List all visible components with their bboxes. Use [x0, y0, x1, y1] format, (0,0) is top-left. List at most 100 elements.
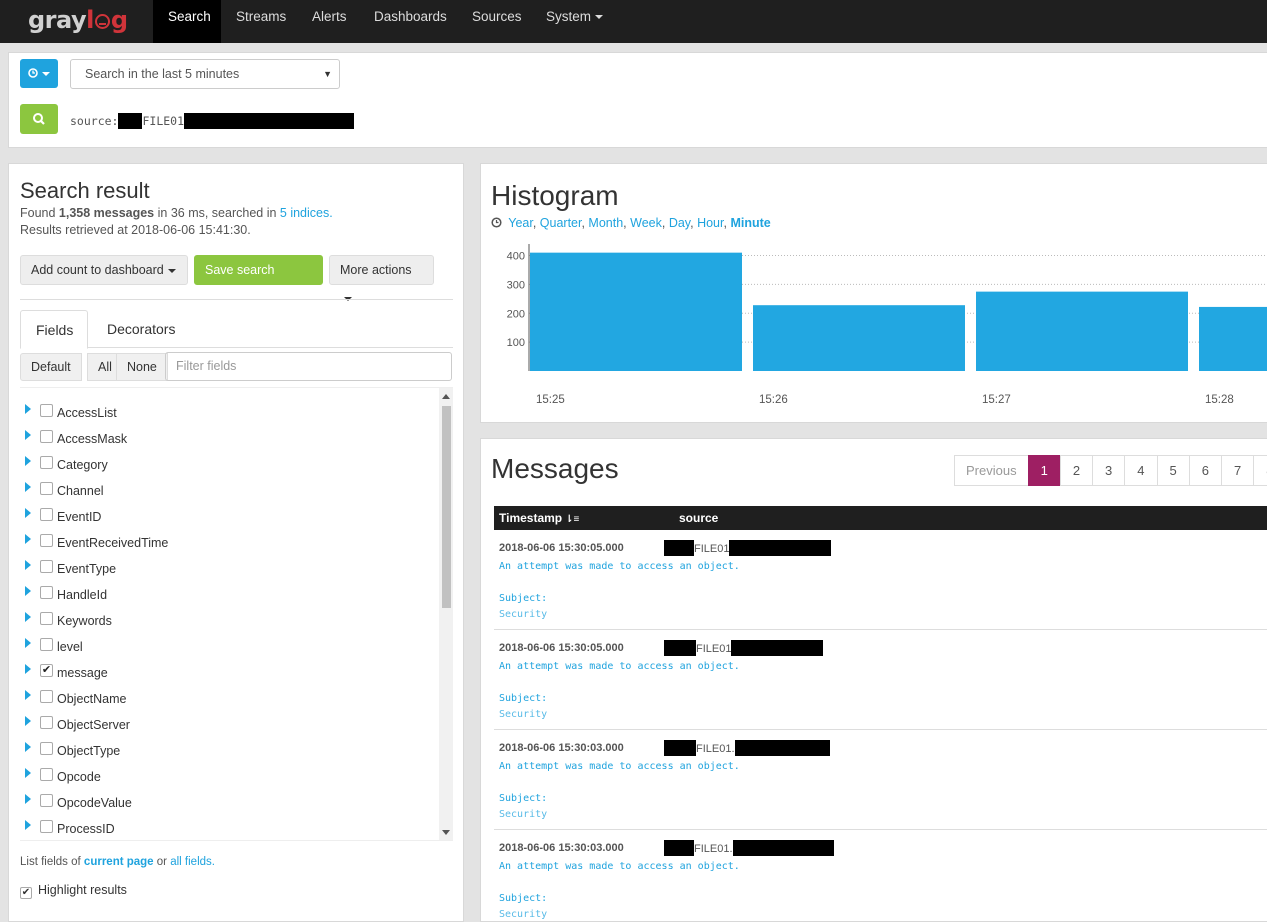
- resolution-minute[interactable]: Minute: [730, 216, 770, 230]
- resolution-week[interactable]: Week: [630, 216, 662, 230]
- graylog-logo[interactable]: grayl g: [28, 6, 128, 36]
- checkbox-icon[interactable]: [40, 742, 53, 755]
- time-range-select[interactable]: Search in the last 5 minutes ▼: [70, 59, 340, 89]
- nav-label: Alerts: [312, 9, 347, 24]
- expand-triangle-icon[interactable]: [25, 820, 31, 830]
- tab-decorators[interactable]: Decorators: [92, 310, 190, 348]
- button-label: Default: [31, 360, 71, 374]
- expand-triangle-icon[interactable]: [25, 612, 31, 622]
- checkbox-icon[interactable]: [40, 690, 53, 703]
- tab-fields[interactable]: Fields: [20, 310, 88, 349]
- nav-alerts[interactable]: Alerts: [297, 0, 362, 43]
- highlight-results-checkbox[interactable]: ✔ Highlight results: [20, 883, 127, 899]
- pager-page-6[interactable]: 6: [1188, 455, 1222, 486]
- expand-triangle-icon[interactable]: [25, 768, 31, 778]
- checkbox-icon[interactable]: [40, 534, 53, 547]
- pager-page-3[interactable]: 3: [1092, 455, 1126, 486]
- expand-triangle-icon[interactable]: [25, 742, 31, 752]
- nav-streams[interactable]: Streams: [221, 0, 301, 43]
- expand-triangle-icon[interactable]: [25, 508, 31, 518]
- checkbox-icon[interactable]: [40, 768, 53, 781]
- checkbox-icon[interactable]: [40, 794, 53, 807]
- timestamp-column-header[interactable]: Timestamp ⇂≡: [499, 511, 579, 525]
- checkbox-icon[interactable]: [40, 638, 53, 651]
- separator: ,: [661, 216, 669, 230]
- checkbox-icon[interactable]: [40, 508, 53, 521]
- sort-desc-icon[interactable]: ⇂≡: [565, 514, 579, 525]
- expand-triangle-icon[interactable]: [25, 456, 31, 466]
- nav-label: System: [546, 9, 592, 24]
- checkbox-checked-icon[interactable]: ✔: [40, 664, 53, 677]
- summary-text: Found: [20, 206, 59, 220]
- expand-triangle-icon[interactable]: [25, 638, 31, 648]
- chevron-down-icon: [42, 71, 50, 76]
- message-row[interactable]: 2018-06-06 15:30:05.000 FILE01 An attempt …: [494, 630, 1267, 730]
- expand-triangle-icon[interactable]: [25, 690, 31, 700]
- nav-search[interactable]: Search: [153, 0, 221, 43]
- fields-default-button[interactable]: Default: [20, 353, 82, 381]
- redaction: [734, 740, 830, 756]
- expand-triangle-icon[interactable]: [25, 794, 31, 804]
- checkbox-icon[interactable]: [40, 456, 53, 469]
- resolution-day[interactable]: Day: [669, 216, 690, 230]
- nav-dashboards[interactable]: Dashboards: [359, 0, 462, 43]
- pager-page-5[interactable]: 5: [1156, 455, 1190, 486]
- save-search-criteria-button[interactable]: Save search criteria: [194, 255, 323, 305]
- expand-triangle-icon[interactable]: [25, 664, 31, 674]
- nav-label: Sources: [472, 9, 522, 24]
- x-tick-label: 15:27: [982, 394, 1011, 406]
- checkbox-icon[interactable]: [40, 820, 53, 833]
- resolution-month[interactable]: Month: [588, 216, 623, 230]
- indices-link[interactable]: 5 indices.: [280, 206, 333, 220]
- source-column-header[interactable]: source: [679, 511, 718, 525]
- search-button[interactable]: [20, 104, 58, 134]
- pager-page-7[interactable]: 7: [1220, 455, 1255, 486]
- redaction: [664, 840, 694, 856]
- expand-triangle-icon[interactable]: [25, 534, 31, 544]
- checkbox-icon[interactable]: [40, 560, 53, 573]
- resolution-quarter[interactable]: Quarter: [540, 216, 582, 230]
- nav-system[interactable]: System: [531, 0, 618, 43]
- pager-previous[interactable]: Previous: [954, 455, 1029, 486]
- checkbox-icon[interactable]: [40, 482, 53, 495]
- message-row[interactable]: 2018-06-06 15:30:03.000 FILE01. An attempt…: [494, 730, 1267, 830]
- checkbox-icon[interactable]: [40, 586, 53, 599]
- time-range-type-button[interactable]: [20, 59, 58, 88]
- expand-triangle-icon[interactable]: [25, 404, 31, 414]
- more-actions-button[interactable]: More actions: [329, 255, 434, 301]
- pager-page-1[interactable]: 1: [1027, 455, 1061, 486]
- nav-sources[interactable]: Sources: [457, 0, 537, 43]
- current-page-link[interactable]: current page: [84, 856, 154, 868]
- checkbox-icon[interactable]: [40, 430, 53, 443]
- source-text: FILE01: [694, 543, 730, 555]
- message-text: Security: [499, 609, 548, 620]
- filter-fields-input[interactable]: Filter fields: [165, 352, 452, 381]
- checkbox-icon[interactable]: [40, 612, 53, 625]
- resolution-year[interactable]: Year: [508, 216, 533, 230]
- expand-triangle-icon[interactable]: [25, 560, 31, 570]
- top-navbar: grayl g Search Streams Alerts Dashboards …: [0, 0, 1267, 43]
- search-query-input[interactable]: source: FILE01: [70, 113, 355, 129]
- message-row[interactable]: 2018-06-06 15:30:05.000 FILE01 An attempt …: [494, 530, 1267, 630]
- scroll-thumb[interactable]: [442, 406, 451, 608]
- checkbox-icon[interactable]: [40, 716, 53, 729]
- expand-triangle-icon[interactable]: [25, 586, 31, 596]
- pager-page-2[interactable]: 2: [1059, 455, 1094, 486]
- checkbox-icon[interactable]: [40, 404, 53, 417]
- field-list-scrollbar[interactable]: [439, 388, 453, 840]
- pager-page-8[interactable]: 8: [1253, 455, 1267, 486]
- field-list: AccessList AccessMask Category Channel Event…: [20, 387, 453, 841]
- expand-triangle-icon[interactable]: [25, 716, 31, 726]
- expand-triangle-icon[interactable]: [25, 430, 31, 440]
- message-source: FILE01.: [664, 840, 834, 856]
- fields-none-button[interactable]: None: [116, 353, 168, 381]
- resolution-hour[interactable]: Hour: [697, 216, 723, 230]
- add-count-to-dashboard-button[interactable]: Add count to dashboard: [20, 255, 188, 285]
- pager-page-4[interactable]: 4: [1124, 455, 1158, 486]
- message-row[interactable]: 2018-06-06 15:30:03.000 FILE01. An attempt…: [494, 830, 1267, 922]
- scroll-up-icon[interactable]: [442, 394, 450, 399]
- message-text: Subject:: [499, 593, 548, 604]
- expand-triangle-icon[interactable]: [25, 482, 31, 492]
- all-fields-link[interactable]: all fields.: [170, 856, 215, 868]
- scroll-down-icon[interactable]: [442, 830, 450, 835]
